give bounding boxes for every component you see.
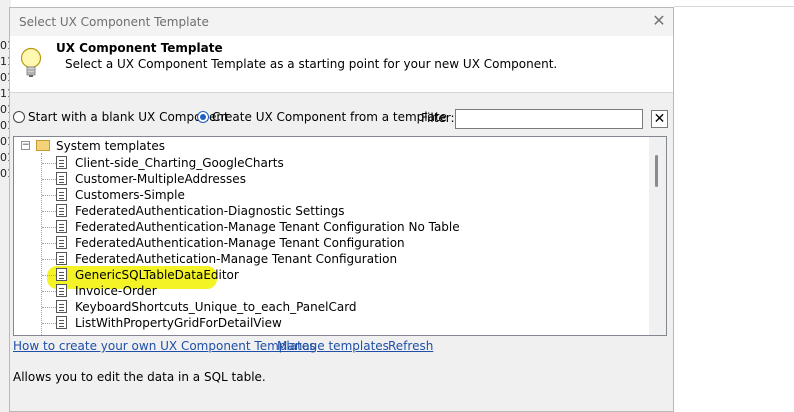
tree-item[interactable]: FederatedAuthentication-Manage Tenant Co… [14, 235, 650, 251]
tree-connector [42, 291, 56, 292]
refresh-link[interactable]: Refresh [388, 339, 433, 353]
template-file-icon [56, 268, 67, 281]
tree-item[interactable]: GenericSQLTableDataEditor [14, 267, 650, 283]
background-divider [674, 6, 794, 7]
tree-connector [42, 259, 56, 260]
header-title: UX Component Template [56, 41, 223, 55]
tree-connector [42, 195, 56, 196]
scrollbar-thumb[interactable] [655, 155, 658, 187]
tree-item[interactable]: FederatedAuthetication-Manage Tenant Con… [14, 251, 650, 267]
template-component-radio[interactable]: Create UX Component from a template [197, 110, 447, 124]
template-file-icon [56, 220, 67, 233]
tree-connector [42, 179, 56, 180]
tree-connector [42, 211, 56, 212]
tree-item-label: Customer-MultipleAddresses [75, 172, 246, 186]
tree-item[interactable]: Client-side_Charting_GoogleCharts [14, 155, 650, 171]
lightbulb-icon [20, 47, 42, 77]
radio-unselected-icon[interactable] [13, 111, 25, 123]
template-file-icon [56, 156, 67, 169]
tree-item-label: FederatedAuthentication-Diagnostic Setti… [75, 204, 345, 218]
vertical-scrollbar[interactable] [649, 137, 666, 335]
manage-templates-link[interactable]: Manage templates [277, 339, 389, 353]
tree-item-label: FederatedAuthentication-Manage Tenant Co… [75, 236, 405, 250]
tree-connector [42, 307, 56, 308]
dialog-header: UX Component Template Select a UX Compon… [10, 36, 673, 93]
filter-clear-icon[interactable]: ✕ [651, 110, 668, 128]
tree-item-label: Client-side_Charting_GoogleCharts [75, 156, 284, 170]
template-component-label: Create UX Component from a template [212, 110, 448, 124]
filter-label: Filter: [421, 111, 455, 125]
header-subtitle: Select a UX Component Template as a star… [65, 57, 558, 71]
dialog-titlebar: Select UX Component Template ✕ [10, 8, 673, 36]
tree-item-label: Customers-Simple [75, 188, 185, 202]
tree-item-label: FederatedAuthentication-Manage Tenant Co… [75, 220, 460, 234]
collapse-icon[interactable]: − [21, 141, 30, 150]
template-file-icon [56, 204, 67, 217]
tree-connector [42, 243, 56, 244]
tree-connector [42, 227, 56, 228]
template-file-icon [56, 252, 67, 265]
tree-item[interactable]: ListWithPropertyGridForDetailView [14, 315, 650, 331]
tree-item[interactable]: KeyboardShortcuts_Unique_to_each_PanelCa… [14, 299, 650, 315]
tree-item-label: FederatedAuthetication-Manage Tenant Con… [75, 252, 398, 266]
template-file-icon [56, 300, 67, 313]
tree-item-label: KeyboardShortcuts_Unique_to_each_PanelCa… [75, 300, 357, 314]
tree-connector [42, 323, 56, 324]
folder-icon [36, 140, 50, 151]
radio-selected-icon[interactable] [197, 111, 209, 123]
tree-item-label: Invoice-Order [75, 284, 157, 298]
select-template-dialog: Select UX Component Template ✕ UX Compon… [9, 7, 674, 412]
tree-item[interactable]: Customers-Simple [14, 187, 650, 203]
tree-connector [42, 163, 56, 164]
tree-item[interactable]: Invoice-Order [14, 283, 650, 299]
tree-item[interactable]: FederatedAuthentication-Diagnostic Setti… [14, 203, 650, 219]
template-file-icon [56, 188, 67, 201]
tree-item[interactable]: FederatedAuthentication-Manage Tenant Co… [14, 219, 650, 235]
tree-root-label[interactable]: System templates [56, 139, 165, 153]
tree-item[interactable]: Customer-MultipleAddresses [14, 171, 650, 187]
template-file-icon [56, 316, 67, 329]
template-tree[interactable]: − System templates Client-side_Charting_… [13, 136, 667, 336]
template-file-icon [56, 172, 67, 185]
template-file-icon [56, 236, 67, 249]
how-to-link[interactable]: How to create your own UX Component Temp… [13, 339, 315, 353]
template-description: Allows you to edit the data in a SQL tab… [13, 370, 266, 384]
dialog-title: Select UX Component Template [19, 15, 209, 29]
tree-item-label: GenericSQLTableDataEditor [75, 268, 239, 282]
filter-input[interactable] [455, 109, 643, 129]
background-window-right [674, 0, 794, 412]
template-file-icon [56, 284, 67, 297]
tree-connector [42, 275, 56, 276]
close-icon[interactable]: ✕ [650, 11, 668, 31]
tree-item-label: ListWithPropertyGridForDetailView [75, 316, 282, 330]
